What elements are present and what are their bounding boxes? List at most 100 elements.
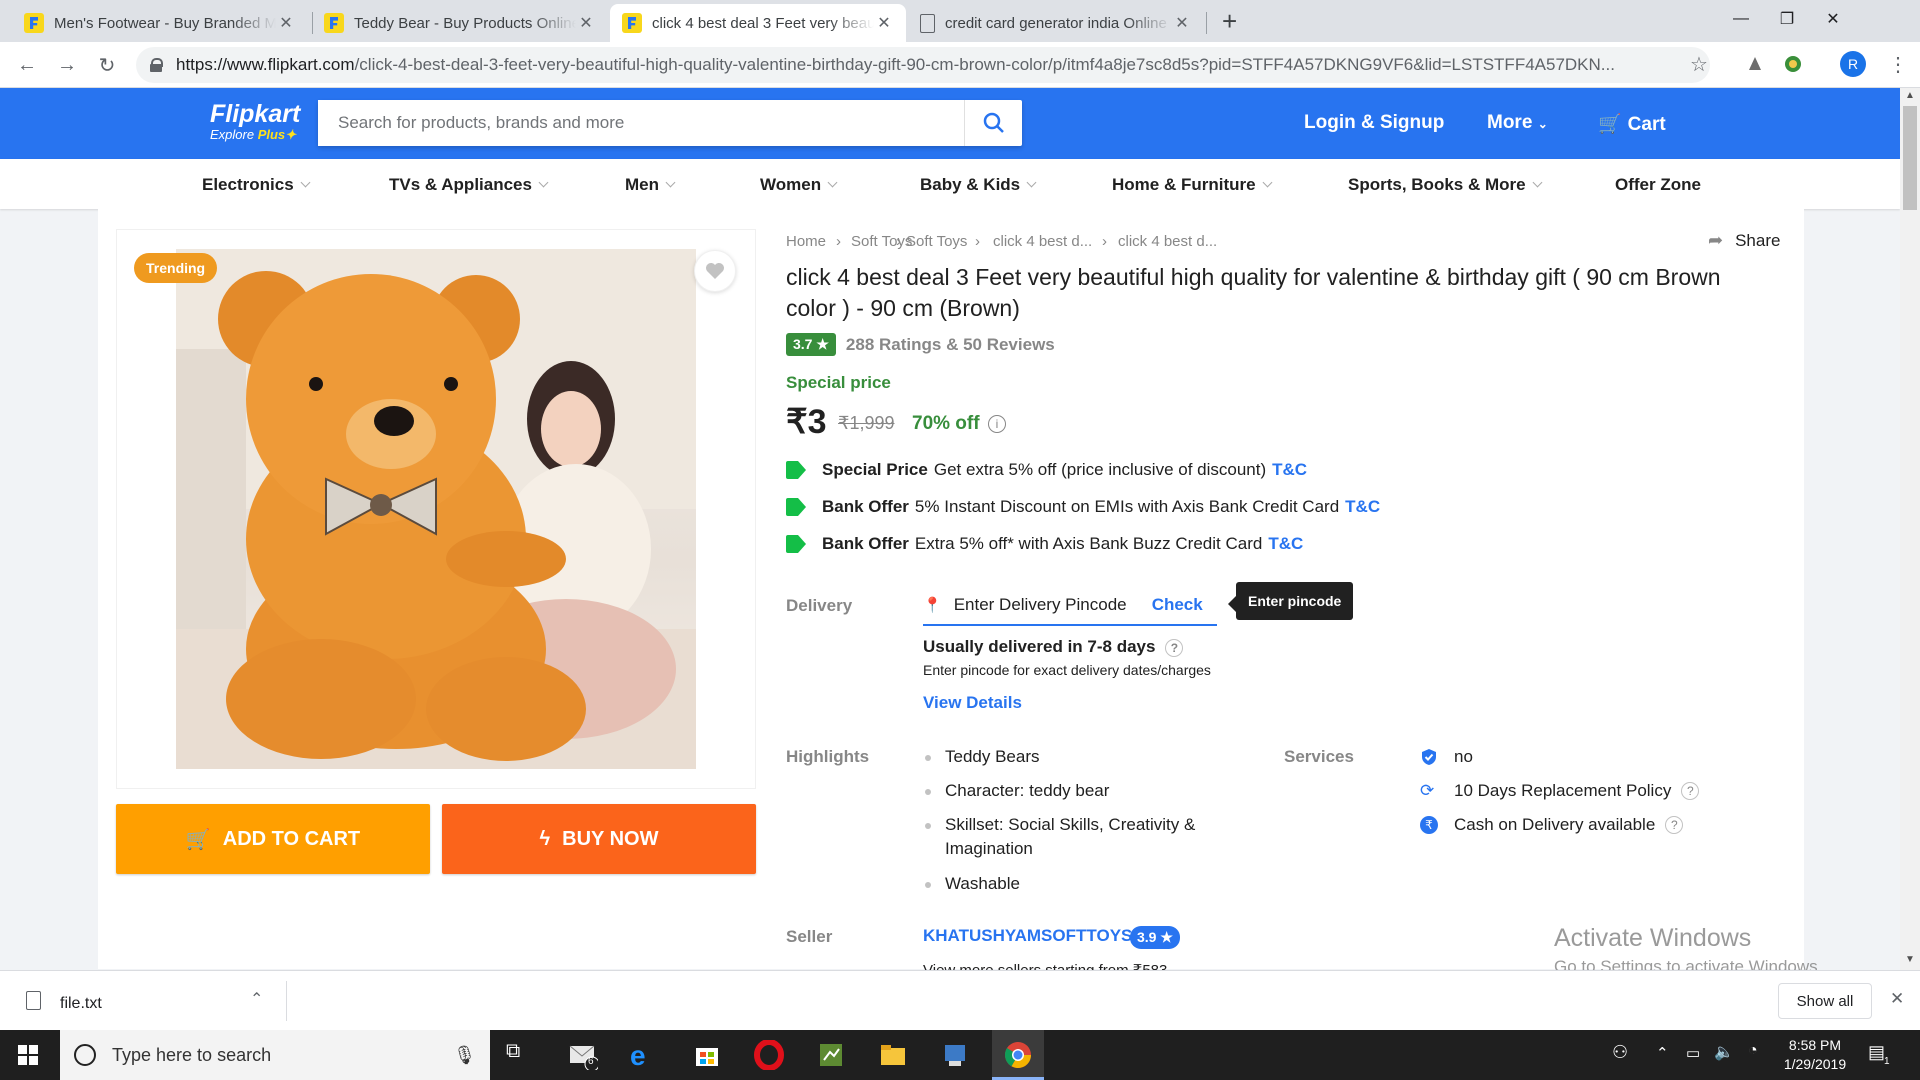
category-men[interactable]: Men <box>625 175 676 195</box>
pincode-input[interactable] <box>941 595 1142 615</box>
opera-icon[interactable] <box>754 1039 784 1071</box>
download-filename[interactable]: file.txt <box>60 995 102 1013</box>
battery-icon[interactable]: ▭ <box>1686 1044 1700 1062</box>
vertical-scrollbar[interactable] <box>1900 88 1920 970</box>
price-info-icon[interactable]: i <box>988 415 1006 433</box>
mail-icon[interactable]: 6 <box>568 1040 600 1072</box>
scroll-down-icon[interactable]: ▼ <box>1905 954 1915 965</box>
extension-globe-icon[interactable] <box>1783 54 1803 74</box>
spreadsheet-app-icon[interactable] <box>816 1040 846 1070</box>
wishlist-button[interactable] <box>694 250 736 292</box>
close-tab-icon[interactable]: ✕ <box>576 13 596 33</box>
cart-link[interactable]: 🛒 Cart <box>1598 112 1666 136</box>
add-to-cart-button[interactable]: 🛒 ADD TO CART <box>116 804 430 874</box>
search-input[interactable] <box>318 100 964 146</box>
close-tab-icon[interactable]: ✕ <box>874 13 894 33</box>
tab-click-4-best-deal[interactable]: click 4 best deal 3 Feet very beau ✕ <box>610 4 906 42</box>
taskbar-search-text: Type here to search <box>112 1044 272 1065</box>
windows-start-icon[interactable] <box>18 1045 38 1065</box>
category-women[interactable]: Women <box>760 175 838 195</box>
breadcrumb-soft-toys[interactable]: Soft Toys <box>851 233 912 250</box>
address-bar[interactable]: https://www.flipkart.com/click-4-best-de… <box>136 47 1710 83</box>
seller-name-link[interactable]: KHATUSHYAMSOFTTOYS <box>923 926 1132 946</box>
brand-tagline: Explore Plus✦ <box>210 127 300 143</box>
show-all-button[interactable]: Show all <box>1778 983 1872 1019</box>
breadcrumb-current[interactable]: click 4 best d... <box>1118 233 1217 250</box>
category-sports-books[interactable]: Sports, Books & More <box>1348 175 1543 195</box>
offer-tc-link[interactable]: T&C <box>1345 497 1380 517</box>
tab-mens-footwear[interactable]: Men's Footwear - Buy Branded M ✕ <box>12 4 308 42</box>
file-explorer-icon[interactable] <box>878 1040 908 1070</box>
reload-icon[interactable]: ↻ <box>92 50 122 80</box>
help-icon[interactable]: ? <box>1165 638 1184 657</box>
breadcrumb-separator: › <box>836 233 841 250</box>
breadcrumb-home[interactable]: Home <box>786 233 826 250</box>
microphone-icon[interactable]: 🎙 <box>453 1045 476 1066</box>
tab-title: Men's Footwear - Buy Branded M <box>54 14 276 32</box>
close-tab-icon[interactable]: ✕ <box>276 13 296 33</box>
back-arrow-icon[interactable]: ← <box>12 50 42 80</box>
extension-icon[interactable] <box>1745 54 1765 74</box>
tab-teddy-bear[interactable]: Teddy Bear - Buy Products Online ✕ <box>312 4 608 42</box>
scroll-up-icon[interactable]: ▲ <box>1905 90 1915 101</box>
minimize-window-icon[interactable]: — <box>1718 0 1764 38</box>
breadcrumb-category[interactable]: Soft Toys <box>906 233 967 250</box>
more-sellers-link[interactable]: View more sellers starting from ₹583 <box>923 961 1167 970</box>
taskbar-search[interactable]: Type here to search 🎙 <box>60 1030 490 1080</box>
help-icon[interactable]: ? <box>1681 782 1700 800</box>
task-view-icon[interactable]: ⧉ <box>506 1040 536 1070</box>
menu-dots-icon[interactable]: ⋮ <box>1888 52 1908 77</box>
chrome-taskbar-item[interactable] <box>992 1030 1044 1080</box>
wifi-icon[interactable]: ◔ <box>1748 1042 1758 1060</box>
system-clock[interactable]: 8:58 PM 1/29/2019 <box>1770 1036 1860 1074</box>
category-home-furniture[interactable]: Home & Furniture <box>1112 175 1273 195</box>
delivery-note: Enter pincode for exact delivery dates/c… <box>923 662 1211 678</box>
search-bar <box>318 100 1022 146</box>
flipkart-logo[interactable]: Flipkart Explore Plus✦ <box>210 100 300 143</box>
chevron-up-icon[interactable]: ⌃ <box>250 989 263 1009</box>
login-signup-link[interactable]: Login & Signup <box>1304 112 1444 134</box>
category-electronics[interactable]: Electronics <box>202 175 311 195</box>
service-text: 10 Days Replacement Policy <box>1454 781 1672 800</box>
search-button[interactable] <box>964 100 1022 146</box>
tab-credit-card-generator[interactable]: credit card generator india Online ✕ <box>908 4 1204 42</box>
people-icon[interactable]: ⚇ <box>1612 1042 1628 1063</box>
restore-window-icon[interactable]: ❐ <box>1764 0 1810 38</box>
ratings-reviews-count[interactable]: 288 Ratings & 50 Reviews <box>846 335 1055 355</box>
product-image[interactable] <box>176 249 696 769</box>
show-hidden-icons[interactable]: ⌃ <box>1656 1044 1669 1062</box>
offer-tc-link[interactable]: T&C <box>1268 534 1303 554</box>
check-pincode-button[interactable]: Check <box>1152 595 1203 615</box>
close-window-icon[interactable]: ✕ <box>1810 0 1856 38</box>
category-baby-kids[interactable]: Baby & Kids <box>920 175 1037 195</box>
category-tvs-appliances[interactable]: TVs & Appliances <box>389 175 549 195</box>
buy-now-button[interactable]: ϟ BUY NOW <box>442 804 756 874</box>
new-tab-icon[interactable]: + <box>1222 6 1237 37</box>
network-app-icon[interactable] <box>940 1040 970 1070</box>
tagline-plus: Plus <box>257 127 286 142</box>
search-icon <box>983 112 1004 133</box>
action-center-icon[interactable]: ▤ <box>1868 1042 1885 1063</box>
chevron-down-icon <box>1026 177 1037 188</box>
chevron-down-icon <box>1262 177 1273 188</box>
breadcrumb-item[interactable]: click 4 best d... <box>993 233 1092 250</box>
profile-avatar[interactable]: R <box>1840 51 1866 77</box>
forward-arrow-icon[interactable]: → <box>52 50 82 80</box>
store-icon[interactable] <box>692 1040 722 1070</box>
bookmark-star-icon[interactable]: ☆ <box>1690 52 1708 77</box>
category-offer-zone[interactable]: Offer Zone <box>1615 175 1701 195</box>
offer-tc-link[interactable]: T&C <box>1272 460 1307 480</box>
share-button[interactable]: ➦ Share <box>1708 230 1780 251</box>
close-tab-icon[interactable]: ✕ <box>1172 13 1192 33</box>
close-download-bar-icon[interactable]: ✕ <box>1890 989 1904 1009</box>
view-details-link[interactable]: View Details <box>923 693 1022 713</box>
heart-icon <box>706 263 724 279</box>
edge-browser-icon[interactable]: e <box>630 1040 660 1071</box>
volume-icon[interactable]: 🔈 <box>1714 1042 1734 1062</box>
service-text: no <box>1454 747 1473 766</box>
rating-badge[interactable]: 3.7 ★ <box>786 333 836 356</box>
help-icon[interactable]: ? <box>1665 816 1684 834</box>
scrollbar-thumb[interactable] <box>1903 106 1917 210</box>
more-menu[interactable]: More ⌄ <box>1487 112 1548 134</box>
category-label: Electronics <box>202 175 294 194</box>
